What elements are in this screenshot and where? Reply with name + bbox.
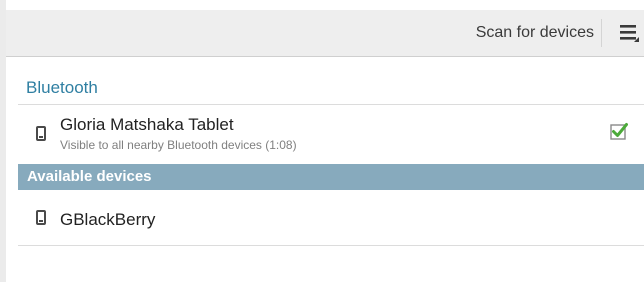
phone-icon — [36, 126, 46, 141]
action-bar: Scan for devices — [6, 10, 644, 57]
available-devices-header: Available devices — [18, 164, 644, 190]
bluetooth-settings-screen: Scan for devices Bluetooth Gloria Matsha… — [0, 0, 644, 282]
visibility-checkbox[interactable] — [610, 122, 628, 140]
section-divider — [18, 104, 644, 105]
list-item[interactable]: GBlackBerry — [6, 196, 644, 244]
phone-icon — [36, 210, 46, 225]
my-device-name: Gloria Matshaka Tablet — [60, 115, 234, 134]
action-bar-divider — [601, 19, 602, 47]
overflow-menu-icon — [620, 25, 639, 42]
scan-for-devices-button[interactable]: Scan for devices — [476, 10, 594, 56]
list-divider — [18, 245, 644, 246]
my-device-visibility-status: Visible to all nearby Bluetooth devices … — [60, 138, 297, 152]
available-devices-label: Available devices — [27, 168, 152, 185]
available-device-name: GBlackBerry — [60, 210, 156, 229]
bluetooth-section-title: Bluetooth — [26, 78, 98, 97]
my-device-row[interactable]: Gloria Matshaka Tablet Visible to all ne… — [6, 112, 644, 156]
overflow-menu-button[interactable] — [612, 10, 644, 56]
